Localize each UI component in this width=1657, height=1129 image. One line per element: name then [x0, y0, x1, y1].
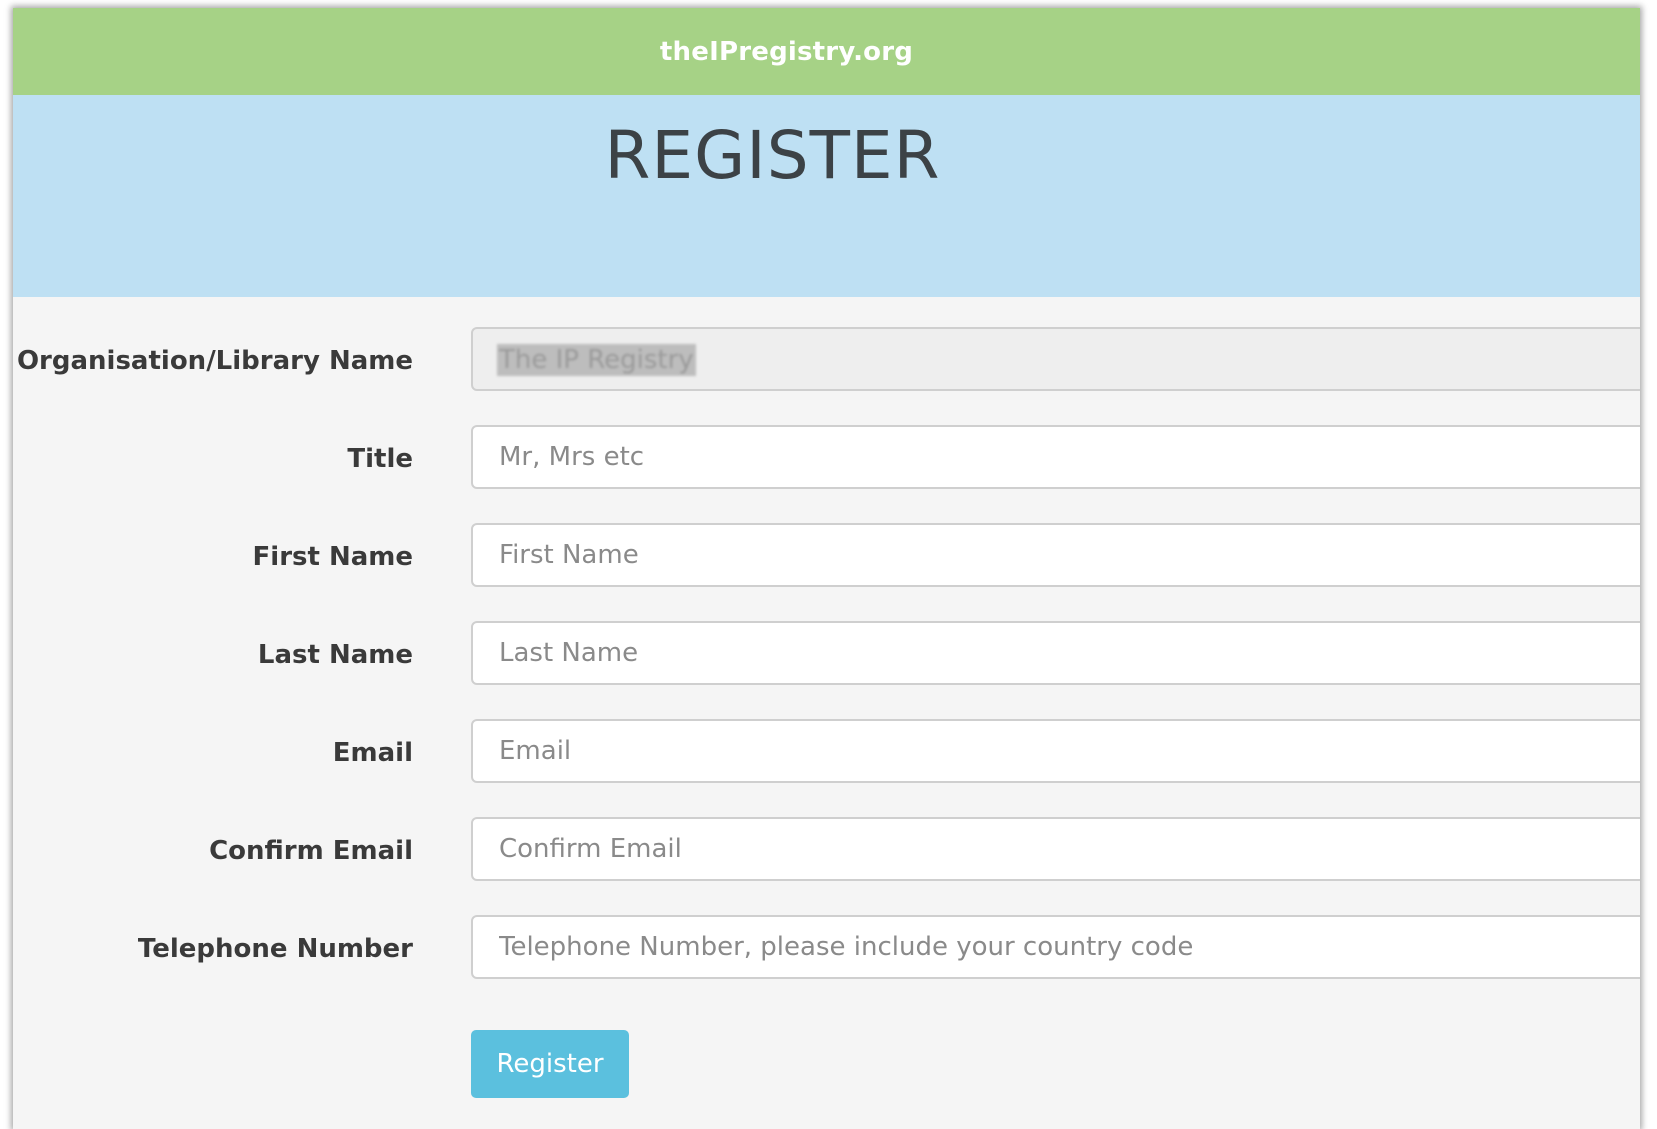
- site-header: theIPregistry.org: [13, 8, 1640, 95]
- first-name-label: First Name: [252, 542, 413, 572]
- telephone-label: Telephone Number: [137, 934, 413, 964]
- title-field[interactable]: [471, 425, 1640, 489]
- browser-page: theIPregistry.org REGISTER Organisation/…: [13, 8, 1640, 1129]
- organisation-label: Organisation/Library Name: [16, 346, 413, 376]
- first-name-field[interactable]: [471, 523, 1640, 587]
- form-row-confirm-email: Confirm Email: [13, 817, 1640, 885]
- email-field[interactable]: [471, 719, 1640, 783]
- form-row-first-name: First Name: [13, 523, 1640, 591]
- form-row-title: Title: [13, 425, 1640, 493]
- site-brand-link[interactable]: theIPregistry.org: [660, 37, 913, 67]
- form-row-email: Email: [13, 719, 1640, 787]
- title-label: Title: [347, 444, 413, 474]
- telephone-field[interactable]: [471, 915, 1640, 979]
- form-row-organisation: Organisation/Library Name The IP Registr…: [13, 327, 1640, 395]
- form-row-last-name: Last Name: [13, 621, 1640, 689]
- organisation-value: The IP Registry: [497, 344, 696, 376]
- register-button[interactable]: Register: [471, 1030, 629, 1098]
- email-label: Email: [332, 738, 413, 768]
- confirm-email-label: Confirm Email: [209, 836, 413, 866]
- form-row-telephone: Telephone Number: [13, 915, 1640, 983]
- confirm-email-field[interactable]: [471, 817, 1640, 881]
- page-title: REGISTER: [604, 117, 941, 194]
- page-hero: REGISTER: [13, 95, 1640, 297]
- last-name-label: Last Name: [257, 640, 413, 670]
- last-name-field[interactable]: [471, 621, 1640, 685]
